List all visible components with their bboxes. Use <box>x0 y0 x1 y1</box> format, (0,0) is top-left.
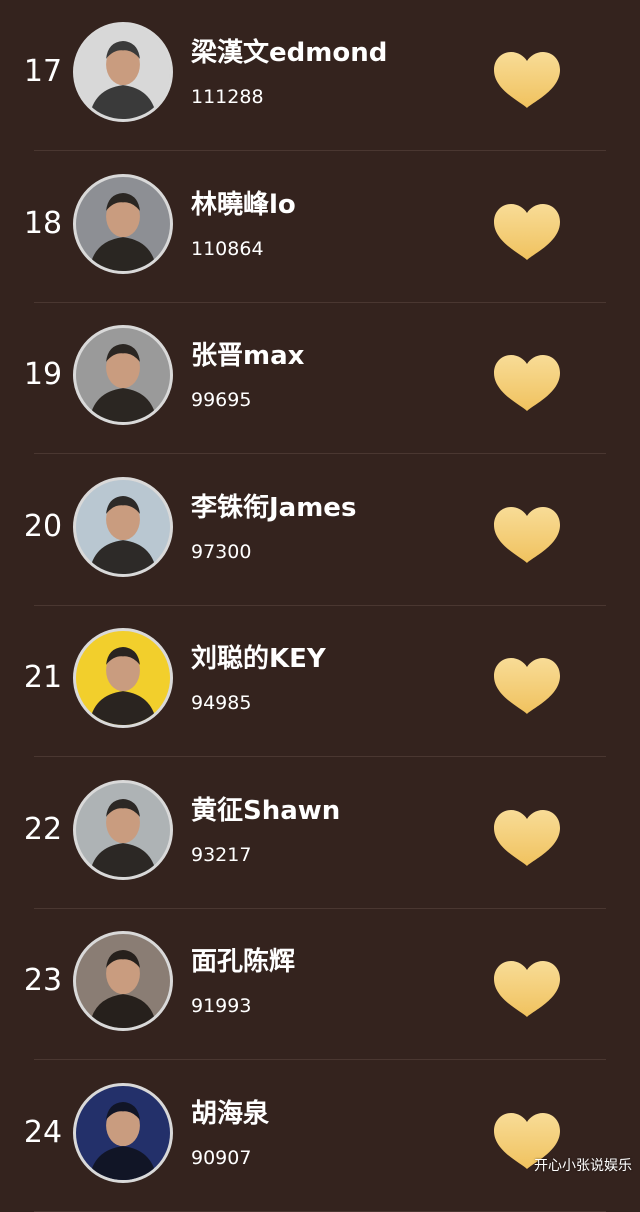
rank-number: 24 <box>23 1114 63 1150</box>
avatar-portrait <box>76 176 170 271</box>
heart-icon <box>494 658 560 714</box>
like-button[interactable] <box>491 505 563 565</box>
name-label: 张晋max <box>191 341 305 371</box>
ranking-row[interactable]: 23 面孔陈辉 91993 <box>0 909 640 1060</box>
ranking-row[interactable]: 22 黄征Shawn 93217 <box>0 758 640 909</box>
rank-number: 21 <box>23 660 63 695</box>
avatar[interactable] <box>73 22 173 122</box>
rank-number: 23 <box>23 963 63 998</box>
rank-number: 17 <box>23 54 63 89</box>
avatar-portrait <box>76 479 170 574</box>
ranking-row[interactable]: 18 林曉峰lo 110864 <box>0 152 640 303</box>
heart-icon <box>494 203 560 260</box>
avatar-portrait <box>76 782 170 877</box>
like-button[interactable] <box>491 353 563 413</box>
avatar[interactable] <box>73 931 173 1031</box>
score-value: 99695 <box>191 389 252 411</box>
rank-number: 18 <box>23 205 63 241</box>
score-value: 110864 <box>191 237 264 260</box>
like-button[interactable] <box>491 808 563 868</box>
score-value: 91993 <box>191 995 252 1017</box>
heart-icon <box>494 355 560 411</box>
ranking-row[interactable]: 24 胡海泉 90907 <box>0 1061 640 1212</box>
heart-icon <box>494 961 560 1017</box>
name-label: 梁漢文edmond <box>191 38 388 68</box>
name-label: 刘聪的KEY <box>191 644 326 674</box>
score-value: 90907 <box>191 1146 252 1169</box>
like-button[interactable] <box>491 50 563 110</box>
score-value: 93217 <box>191 843 252 866</box>
avatar-portrait <box>76 934 170 1028</box>
avatar[interactable] <box>73 173 173 274</box>
like-button[interactable] <box>491 959 563 1019</box>
ranking-row[interactable]: 20 李铢衔James 97300 <box>0 455 640 606</box>
avatar[interactable] <box>73 1082 173 1183</box>
rank-number: 22 <box>23 811 63 847</box>
avatar-portrait <box>76 25 170 119</box>
score-value: 94985 <box>191 692 252 714</box>
ranking-row[interactable]: 21 刘聪的KEY 94985 <box>0 606 640 757</box>
score-value: 97300 <box>191 540 252 563</box>
avatar-portrait <box>76 1085 170 1180</box>
score-value: 111288 <box>191 86 264 108</box>
like-button[interactable] <box>491 656 563 716</box>
heart-icon <box>494 809 560 866</box>
avatar[interactable] <box>73 325 173 425</box>
avatar-portrait <box>76 328 170 422</box>
watermark: 开心小张说娱乐 <box>534 1158 632 1174</box>
name-label: 面孔陈辉 <box>191 947 296 977</box>
avatar-portrait <box>76 631 170 725</box>
ranking-row[interactable]: 19 张晋max 99695 <box>0 303 640 454</box>
row-divider <box>34 1210 606 1212</box>
name-label: 黄征Shawn <box>191 795 341 826</box>
name-label: 胡海泉 <box>191 1098 270 1129</box>
heart-icon <box>494 506 560 563</box>
name-label: 林曉峰lo <box>191 189 296 220</box>
heart-icon <box>494 52 560 108</box>
avatar[interactable] <box>73 779 173 880</box>
rank-number: 19 <box>23 357 63 392</box>
name-label: 李铢衔James <box>191 492 357 523</box>
avatar[interactable] <box>73 628 173 728</box>
like-button[interactable] <box>491 202 563 262</box>
ranking-row[interactable]: 17 梁漢文edmond 111288 <box>0 0 640 151</box>
avatar[interactable] <box>73 476 173 577</box>
rank-number: 20 <box>23 508 63 544</box>
